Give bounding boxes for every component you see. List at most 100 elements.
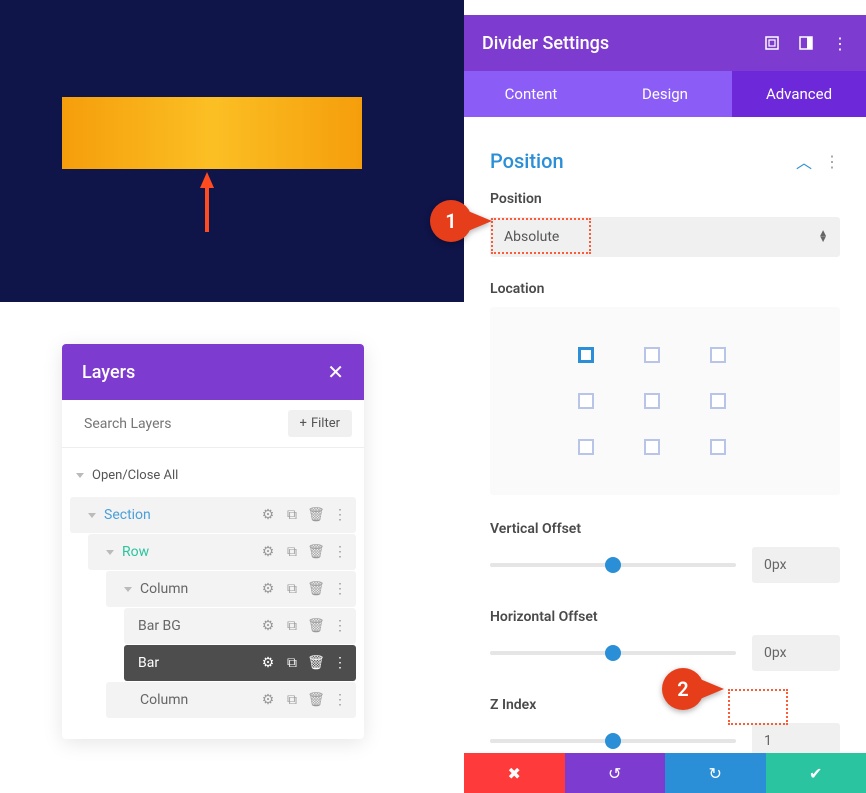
layers-search-input[interactable] [84,416,288,432]
arrow-up-icon [200,172,214,232]
slider-thumb[interactable] [605,645,621,661]
bar-element[interactable] [62,97,362,169]
anchor-bottom-center[interactable] [644,439,660,455]
vertical-offset-input[interactable] [752,547,840,583]
filter-button[interactable]: + Filter [288,410,352,437]
section-header[interactable]: Position ︿ ⋮ [490,133,840,191]
chevron-down-icon [76,473,84,478]
settings-tabs: Content Design Advanced [464,71,866,117]
more-icon[interactable]: ⋮ [332,581,348,597]
gear-icon[interactable]: ⚙ [260,507,276,523]
canvas-area [0,0,464,302]
z-index-slider[interactable] [490,739,736,743]
gear-icon[interactable]: ⚙ [260,618,276,634]
dock-icon[interactable] [798,35,814,51]
gear-icon[interactable]: ⚙ [260,692,276,708]
filter-label: Filter [311,416,340,431]
position-select-wrap: Absolute ▲▼ [490,217,840,257]
duplicate-icon[interactable]: ⧉ [284,507,300,523]
layer-label: Bar [134,655,260,671]
gear-icon[interactable]: ⚙ [260,544,276,560]
layers-search-row: + Filter [62,400,364,448]
z-index-input[interactable] [752,723,840,753]
plus-icon: + [300,416,307,431]
duplicate-icon[interactable]: ⧉ [284,692,300,708]
more-icon[interactable]: ⋮ [832,34,848,53]
anchor-middle-left[interactable] [578,393,594,409]
more-icon[interactable]: ⋮ [332,544,348,560]
layer-label: Row [118,544,260,560]
chevron-down-icon [106,550,114,555]
callout-1: 1 [430,200,492,242]
gear-icon[interactable]: ⚙ [260,655,276,671]
position-label: Position [490,191,840,207]
open-close-all[interactable]: Open/Close All [70,460,356,497]
duplicate-icon[interactable]: ⧉ [284,581,300,597]
layer-label: Column [136,581,260,597]
layer-bar-bg[interactable]: Bar BG ⚙ ⧉ 🗑 ⋮ [124,608,356,644]
settings-header: Divider Settings ⋮ [464,15,866,71]
slider-thumb[interactable] [605,733,621,749]
more-icon[interactable]: ⋮ [332,692,348,708]
tab-content[interactable]: Content [464,71,598,117]
layer-label: Section [100,507,260,523]
duplicate-icon[interactable]: ⧉ [284,618,300,634]
more-icon[interactable]: ⋮ [332,655,348,671]
settings-title: Divider Settings [482,33,609,54]
gear-icon[interactable]: ⚙ [260,581,276,597]
undo-button[interactable]: ↺ [565,753,666,793]
trash-icon[interactable]: 🗑 [308,544,324,560]
layers-title: Layers [82,362,135,383]
tab-design[interactable]: Design [598,71,732,117]
anchor-middle-right[interactable] [710,393,726,409]
layers-body: Open/Close All Section ⚙ ⧉ 🗑 ⋮ Row ⚙ ⧉ 🗑… [62,448,364,739]
more-icon[interactable]: ⋮ [332,618,348,634]
layer-row-item[interactable]: Row ⚙ ⧉ 🗑 ⋮ [88,534,356,570]
layer-section[interactable]: Section ⚙ ⧉ 🗑 ⋮ [70,497,356,533]
more-icon[interactable]: ⋮ [824,152,840,171]
expand-icon[interactable] [764,35,780,51]
chevron-down-icon [124,587,132,592]
duplicate-icon[interactable]: ⧉ [284,544,300,560]
redo-button[interactable]: ↻ [665,753,766,793]
z-index-row [490,723,840,753]
horizontal-offset-input[interactable] [752,635,840,671]
chevron-up-icon[interactable]: ︿ [796,149,812,173]
anchor-bottom-left[interactable] [578,439,594,455]
layers-panel: Layers ✕ + Filter Open/Close All Section… [62,344,364,739]
section-title: Position [490,149,564,173]
anchor-bottom-right[interactable] [710,439,726,455]
layer-column-2[interactable]: Column ⚙ ⧉ 🗑 ⋮ [106,682,356,718]
horizontal-offset-slider[interactable] [490,651,736,655]
more-icon[interactable]: ⋮ [332,507,348,523]
callout-number: 1 [430,200,472,242]
trash-icon[interactable]: 🗑 [308,581,324,597]
position-select[interactable]: Absolute [490,217,840,257]
cancel-button[interactable]: ✖ [464,753,565,793]
layer-label: Bar BG [134,618,260,634]
settings-body: Position ︿ ⋮ Position Absolute ▲▼ Locati… [464,117,866,753]
anchor-top-left[interactable] [578,347,594,363]
anchor-top-center[interactable] [644,347,660,363]
callout-tip-icon [468,211,492,231]
layer-column-1[interactable]: Column ⚙ ⧉ 🗑 ⋮ [106,571,356,607]
trash-icon[interactable]: 🗑 [308,655,324,671]
vertical-offset-row [490,547,840,583]
trash-icon[interactable]: 🗑 [308,507,324,523]
tab-advanced[interactable]: Advanced [732,71,866,117]
anchor-middle-center[interactable] [644,393,660,409]
slider-thumb[interactable] [605,557,621,573]
anchor-grid [578,347,752,455]
location-box [490,307,840,495]
trash-icon[interactable]: 🗑 [308,618,324,634]
save-button[interactable]: ✔ [766,753,866,793]
anchor-top-right[interactable] [710,347,726,363]
footer-actions: ✖ ↺ ↻ ✔ [464,753,866,793]
open-close-label: Open/Close All [92,468,178,483]
vertical-offset-slider[interactable] [490,563,736,567]
callout-tip-icon [700,679,724,699]
trash-icon[interactable]: 🗑 [308,692,324,708]
layer-bar-selected[interactable]: Bar ⚙ ⧉ 🗑 ⋮ [124,645,356,681]
close-icon[interactable]: ✕ [327,360,344,384]
duplicate-icon[interactable]: ⧉ [284,655,300,671]
